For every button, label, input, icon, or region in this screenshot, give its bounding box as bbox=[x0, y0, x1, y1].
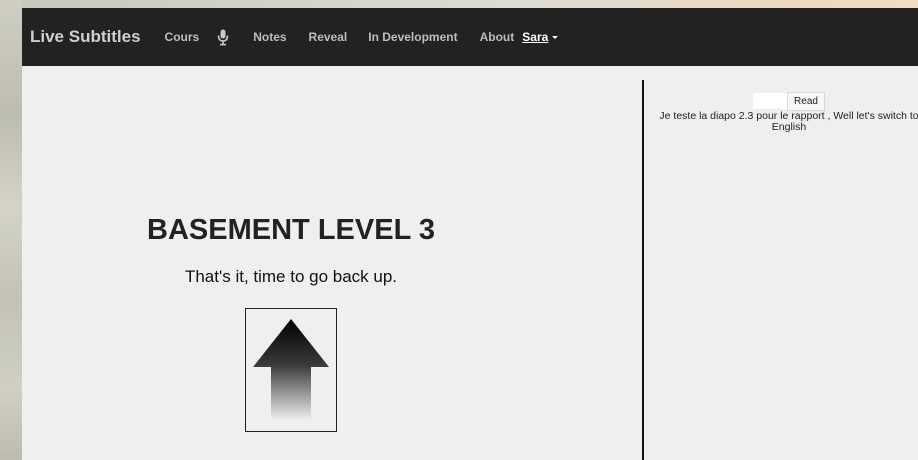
desktop-backdrop-top bbox=[0, 0, 918, 8]
user-name: Sara bbox=[522, 30, 549, 44]
up-arrow-icon bbox=[253, 319, 329, 421]
read-button[interactable]: Read bbox=[787, 92, 825, 111]
nav-item-cours[interactable]: Cours bbox=[165, 30, 200, 44]
subtitles-panel: Read Je teste la diapo 2.3 pour le rappo… bbox=[644, 66, 918, 460]
slide-image bbox=[245, 308, 337, 432]
nav-item-in-development[interactable]: In Development bbox=[368, 30, 457, 44]
brand-link[interactable]: Live Subtitles bbox=[30, 27, 141, 47]
nav-item-about[interactable]: About bbox=[480, 30, 515, 44]
navbar: Live Subtitles Cours Notes Reveal In Dev… bbox=[22, 8, 918, 66]
nav-item-reveal[interactable]: Reveal bbox=[309, 30, 348, 44]
user-menu[interactable]: Sara bbox=[522, 30, 559, 44]
slide-title: BASEMENT LEVEL 3 bbox=[147, 214, 435, 246]
nav-item-notes[interactable]: Notes bbox=[253, 30, 286, 44]
slide-subtitle: That's it, time to go back up. bbox=[184, 267, 398, 286]
app-window: Live Subtitles Cours Notes Reveal In Dev… bbox=[22, 8, 918, 460]
desktop-backdrop-left bbox=[0, 0, 22, 460]
slide-area: BASEMENT LEVEL 3 That's it, time to go b… bbox=[22, 66, 642, 460]
microphone-icon[interactable] bbox=[217, 29, 229, 46]
subtitle-text: Je teste la diapo 2.3 pour le rapport , … bbox=[659, 111, 918, 133]
caret-down-icon bbox=[552, 36, 559, 39]
read-input[interactable] bbox=[753, 93, 787, 109]
